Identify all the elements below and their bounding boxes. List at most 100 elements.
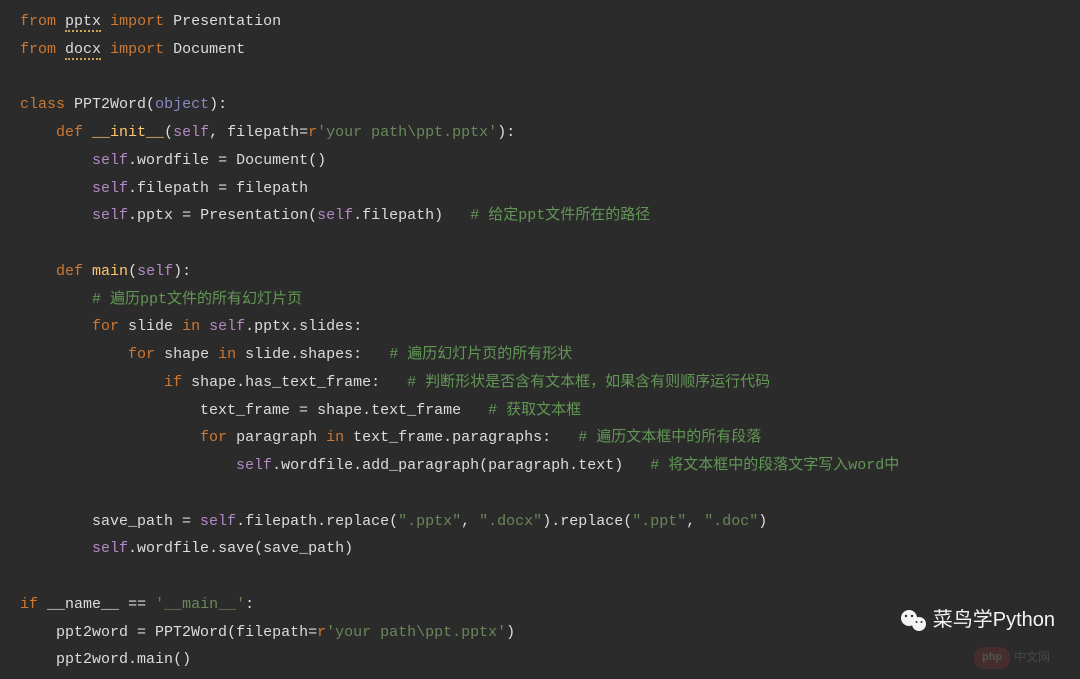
- keyword-in: in: [326, 429, 344, 446]
- var-text-frame: text_frame: [353, 429, 443, 446]
- comment: # 获取文本框: [488, 402, 581, 419]
- blank-line: [20, 230, 1060, 258]
- code-line: def __init__(self, filepath=r'your path\…: [20, 119, 1060, 147]
- watermark-wechat: 菜鸟学Python: [900, 602, 1055, 639]
- code-line: text_frame = shape.text_frame # 获取文本框: [20, 397, 1060, 425]
- var-paragraph: paragraph: [488, 457, 569, 474]
- self-ref: self: [236, 457, 272, 474]
- attr-text: text: [578, 457, 614, 474]
- blank-line: [20, 64, 1060, 92]
- method-replace: replace: [560, 513, 623, 530]
- php-cn-text: 中文网: [1014, 647, 1050, 669]
- blank-line: [20, 480, 1060, 508]
- blank-line: [20, 563, 1060, 591]
- method-main: main: [137, 651, 173, 668]
- import-name: Document: [173, 41, 245, 58]
- comment: # 遍历幻灯片页的所有形状: [389, 346, 572, 363]
- attr-wordfile: wordfile: [281, 457, 353, 474]
- var-shape: shape: [164, 346, 209, 363]
- php-badge: php: [974, 647, 1010, 669]
- self-ref: self: [92, 207, 128, 224]
- keyword-in: in: [218, 346, 236, 363]
- call-document: Document: [236, 152, 308, 169]
- var-ppt2word: ppt2word: [56, 651, 128, 668]
- code-line: self.wordfile = Document(): [20, 147, 1060, 175]
- method-save: save: [218, 540, 254, 557]
- class-name: PPT2Word: [74, 96, 146, 113]
- code-line: for paragraph in text_frame.paragraphs: …: [20, 424, 1060, 452]
- keyword-if: if: [164, 374, 182, 391]
- raw-prefix: r: [308, 124, 317, 141]
- self-ref: self: [200, 513, 236, 530]
- attr-paragraphs: paragraphs: [452, 429, 542, 446]
- self-ref: self: [92, 152, 128, 169]
- method-replace: replace: [326, 513, 389, 530]
- keyword-for: for: [92, 318, 119, 335]
- code-line: class PPT2Word(object):: [20, 91, 1060, 119]
- keyword-import: import: [110, 13, 164, 30]
- attr-slides: slides: [299, 318, 353, 335]
- attr-pptx: pptx: [254, 318, 290, 335]
- code-line: # 遍历ppt文件的所有幻灯片页: [20, 286, 1060, 314]
- comment: # 给定ppt文件所在的路径: [470, 207, 650, 224]
- keyword-from: from: [20, 13, 56, 30]
- function-init: __init__: [92, 124, 164, 141]
- self-ref: self: [317, 207, 353, 224]
- keyword-import: import: [110, 41, 164, 58]
- code-editor: from pptx import Presentation from docx …: [0, 8, 1080, 674]
- string-literal: ".doc": [704, 513, 758, 530]
- keyword-in: in: [182, 318, 200, 335]
- import-name: Presentation: [173, 13, 281, 30]
- string-literal: 'your path\ppt.pptx': [326, 624, 506, 641]
- var-ppt2word: ppt2word: [56, 624, 128, 641]
- keyword-for: for: [200, 429, 227, 446]
- string-literal: 'your path\ppt.pptx': [317, 124, 497, 141]
- var-filepath: filepath: [236, 180, 308, 197]
- watermark-php: php 中文网: [974, 647, 1050, 669]
- var-slide: slide: [128, 318, 173, 335]
- keyword-class: class: [20, 96, 65, 113]
- attr-filepath: filepath: [137, 180, 209, 197]
- code-line: self.filepath = filepath: [20, 175, 1060, 203]
- module-docx: docx: [65, 41, 101, 60]
- code-line: for shape in slide.shapes: # 遍历幻灯片页的所有形状: [20, 341, 1060, 369]
- raw-prefix: r: [317, 624, 326, 641]
- self-ref: self: [92, 540, 128, 557]
- keyword-if: if: [20, 596, 38, 613]
- code-line: for slide in self.pptx.slides:: [20, 313, 1060, 341]
- attr-text-frame: text_frame: [371, 402, 461, 419]
- attr-filepath: filepath: [245, 513, 317, 530]
- param-filepath: filepath: [236, 624, 308, 641]
- function-main: main: [92, 263, 128, 280]
- code-line: def main(self):: [20, 258, 1060, 286]
- module-pptx: pptx: [65, 13, 101, 32]
- string-literal: ".ppt": [632, 513, 686, 530]
- var-text-frame: text_frame: [200, 402, 290, 419]
- string-literal: ".pptx": [398, 513, 461, 530]
- code-line: if shape.has_text_frame: # 判断形状是否含有文本框，如…: [20, 369, 1060, 397]
- string-literal: ".docx": [479, 513, 542, 530]
- param-filepath: filepath: [227, 124, 299, 141]
- self-ref: self: [92, 180, 128, 197]
- attr-wordfile: wordfile: [137, 540, 209, 557]
- code-line: self.pptx = Presentation(self.filepath) …: [20, 202, 1060, 230]
- code-line: self.wordfile.save(save_path): [20, 535, 1060, 563]
- keyword-from: from: [20, 41, 56, 58]
- attr-has-text-frame: has_text_frame: [245, 374, 371, 391]
- op-eq: ==: [128, 596, 146, 613]
- attr-wordfile: wordfile: [137, 152, 209, 169]
- call-presentation: Presentation: [200, 207, 308, 224]
- code-line: from pptx import Presentation: [20, 8, 1060, 36]
- keyword-for: for: [128, 346, 155, 363]
- keyword-def: def: [56, 263, 83, 280]
- attr-shapes: shapes: [299, 346, 353, 363]
- keyword-def: def: [56, 124, 83, 141]
- wechat-icon: [900, 609, 928, 633]
- var-shape: shape: [191, 374, 236, 391]
- class-ppt2word: PPT2Word: [155, 624, 227, 641]
- method-add-paragraph: add_paragraph: [362, 457, 479, 474]
- code-line: save_path = self.filepath.replace(".pptx…: [20, 508, 1060, 536]
- comment: # 遍历文本框中的所有段落: [578, 429, 761, 446]
- var-shape: shape: [317, 402, 362, 419]
- self-ref: self: [209, 318, 245, 335]
